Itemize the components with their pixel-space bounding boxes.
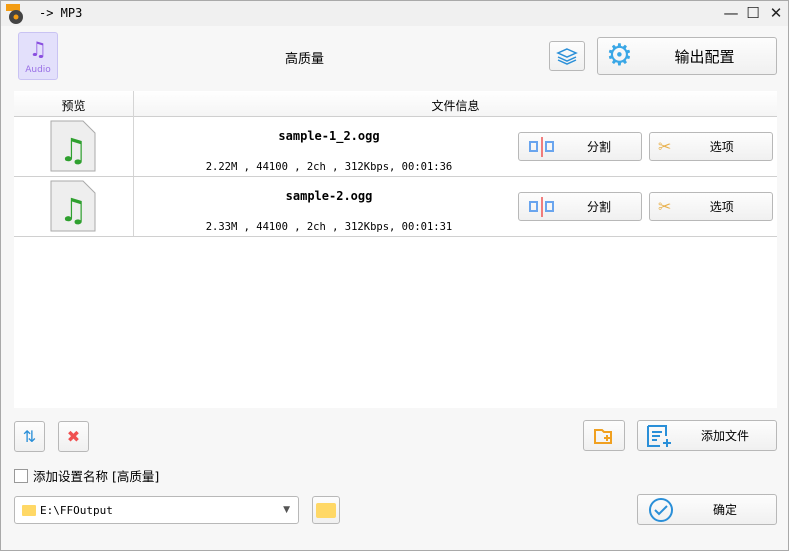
table-row[interactable]: ♫ sample-2.ogg 2.33M , 44100 , 2ch , 312… bbox=[14, 177, 777, 237]
file-name: sample-2.ogg bbox=[285, 189, 373, 203]
split-label: 分割 bbox=[586, 140, 611, 154]
table-header: 预览 文件信息 bbox=[14, 91, 777, 117]
add-preset-name-checkbox[interactable]: 添加设置名称 [高质量] bbox=[14, 466, 159, 485]
split-button[interactable]: 分割 bbox=[518, 132, 642, 161]
file-info: 2.22M , 44100 , 2ch , 312Kbps, 00:01:36 bbox=[205, 161, 453, 173]
add-folder-button[interactable] bbox=[583, 420, 625, 451]
column-preview: 预览 bbox=[61, 99, 86, 113]
layers-icon bbox=[556, 48, 578, 65]
scissors-icon: ✂ bbox=[658, 197, 672, 216]
minimize-button[interactable]: — bbox=[721, 4, 741, 22]
split-label: 分割 bbox=[586, 200, 611, 214]
app-icon bbox=[6, 4, 23, 24]
split-icon bbox=[529, 196, 554, 217]
add-folder-icon bbox=[594, 428, 612, 444]
window-title: -> MP3 bbox=[39, 6, 83, 20]
options-label: 选项 bbox=[709, 200, 734, 214]
svg-text:♫: ♫ bbox=[59, 131, 88, 169]
options-button[interactable]: ✂ 选项 bbox=[649, 132, 773, 161]
music-file-icon: ♫ bbox=[49, 179, 97, 233]
sort-icon: ⇅ bbox=[22, 427, 37, 446]
folder-icon bbox=[316, 502, 336, 518]
svg-text:♫: ♫ bbox=[59, 191, 88, 229]
output-config-button[interactable]: ⚙ 输出配置 bbox=[597, 37, 777, 75]
add-file-button[interactable]: 添加文件 bbox=[637, 420, 777, 451]
sort-button[interactable]: ⇅ bbox=[14, 421, 45, 452]
clear-list-button[interactable]: ✖ bbox=[58, 421, 89, 452]
format-label: Audio bbox=[25, 65, 51, 75]
check-circle-icon bbox=[649, 497, 673, 522]
column-file-info: 文件信息 bbox=[431, 99, 480, 113]
split-button[interactable]: 分割 bbox=[518, 192, 642, 221]
file-name: sample-1_2.ogg bbox=[278, 129, 380, 143]
checkbox-label: 添加设置名称 [高质量] bbox=[33, 469, 160, 484]
scissors-icon: ✂ bbox=[658, 137, 672, 156]
split-icon bbox=[529, 136, 554, 157]
preset-name: 高质量 bbox=[285, 52, 325, 67]
options-button[interactable]: ✂ 选项 bbox=[649, 192, 773, 221]
chevron-down-icon: ▼ bbox=[283, 505, 290, 515]
maximize-button[interactable]: ☐ bbox=[743, 4, 763, 22]
add-file-label: 添加文件 bbox=[700, 429, 749, 443]
layers-button[interactable] bbox=[549, 41, 585, 71]
clear-icon: ✖ bbox=[66, 427, 81, 446]
file-table: 预览 文件信息 ♫ sample-1_2.ogg 2.22M , 44100 ,… bbox=[14, 91, 777, 408]
browse-folder-button[interactable] bbox=[312, 496, 340, 524]
gear-icon: ⚙ bbox=[606, 38, 633, 73]
music-file-icon: ♫ bbox=[49, 119, 97, 173]
options-label: 选项 bbox=[709, 140, 734, 154]
ok-button[interactable]: 确定 bbox=[637, 494, 777, 525]
audio-format-icon[interactable]: ♫ Audio bbox=[18, 32, 58, 80]
checkbox-box[interactable] bbox=[14, 468, 28, 483]
output-path-value: E:\FFOutput bbox=[40, 503, 113, 517]
add-file-icon bbox=[647, 424, 671, 447]
main-window: -> MP3 — ☐ ✕ ♫ Audio 高质量 ⚙ 输出配置 预览 文件信息 … bbox=[0, 0, 789, 551]
output-config-label: 输出配置 bbox=[674, 47, 735, 66]
output-path-dropdown[interactable]: E:\FFOutput ▼ bbox=[14, 496, 299, 524]
close-button[interactable]: ✕ bbox=[766, 4, 786, 22]
table-row[interactable]: ♫ sample-1_2.ogg 2.22M , 44100 , 2ch , 3… bbox=[14, 117, 777, 177]
ok-label: 确定 bbox=[712, 503, 737, 517]
title-bar: -> MP3 — ☐ ✕ bbox=[1, 1, 788, 26]
folder-icon bbox=[22, 504, 36, 516]
file-info: 2.33M , 44100 , 2ch , 312Kbps, 00:01:31 bbox=[205, 221, 453, 233]
